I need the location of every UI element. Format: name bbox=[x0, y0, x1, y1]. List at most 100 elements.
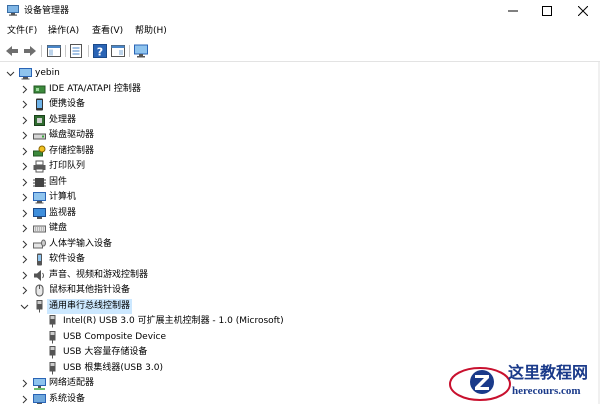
tree-item-processors[interactable]: 处理器 bbox=[0, 113, 598, 128]
printer-icon bbox=[33, 160, 46, 173]
tree-item-hid[interactable]: 人体学输入设备 bbox=[0, 237, 598, 252]
computer-icon bbox=[33, 192, 46, 204]
chevron-right-icon[interactable] bbox=[20, 395, 29, 404]
keyboard-icon bbox=[33, 225, 46, 233]
tree-item-label: IDE ATA/ATAPI 控制器 bbox=[49, 83, 141, 94]
chevron-down-icon[interactable] bbox=[6, 69, 15, 78]
chevron-right-icon[interactable] bbox=[20, 178, 29, 187]
maximize-icon bbox=[542, 6, 552, 16]
menu-file[interactable]: 文件(F) bbox=[7, 25, 37, 37]
tree-item-label: 鼠标和其他指针设备 bbox=[49, 285, 131, 295]
tree-item-label: 监视器 bbox=[49, 207, 77, 218]
tree-item-label: 通用串行总线控制器 bbox=[47, 298, 133, 314]
toolbar-separator bbox=[88, 45, 89, 57]
properties-icon[interactable] bbox=[68, 43, 84, 59]
tree-item-monitors[interactable]: 监视器 bbox=[0, 206, 598, 221]
tree-child-usb-composite[interactable]: USB Composite Device bbox=[0, 330, 598, 345]
monitor-scan-icon[interactable] bbox=[133, 43, 149, 59]
tree-item-ide[interactable]: IDE ATA/ATAPI 控制器 bbox=[0, 82, 598, 97]
show-hide-console-tree-icon[interactable] bbox=[46, 43, 62, 59]
tree-item-label: 声音、视频和游戏控制器 bbox=[49, 269, 149, 280]
chevron-right-icon[interactable] bbox=[20, 271, 29, 280]
watermark-title: 这里教程网 bbox=[508, 363, 589, 382]
tree-item-portable-devices[interactable]: 便携设备 bbox=[0, 97, 598, 112]
update-driver-icon[interactable] bbox=[110, 43, 126, 59]
help-icon[interactable]: ? bbox=[92, 43, 108, 59]
menu-help[interactable]: 帮助(H) bbox=[135, 25, 167, 37]
back-icon[interactable] bbox=[4, 43, 20, 59]
chevron-down-icon[interactable] bbox=[20, 302, 29, 311]
tree-item-keyboards[interactable]: 键盘 bbox=[0, 221, 598, 236]
tree-item-label: 计算机 bbox=[49, 192, 77, 202]
maximize-button[interactable] bbox=[530, 0, 564, 22]
title-bar[interactable]: 设备管理器 bbox=[0, 0, 600, 22]
tree-item-label: 存储控制器 bbox=[49, 145, 95, 156]
tree-item-label: 网络适配器 bbox=[49, 378, 95, 388]
chevron-right-icon[interactable] bbox=[20, 209, 29, 218]
tree-item-print-queues[interactable]: 打印队列 bbox=[0, 159, 598, 174]
chevron-right-icon[interactable] bbox=[20, 162, 29, 171]
tree-item-label: 磁盘驱动器 bbox=[49, 130, 95, 140]
toolbar-separator bbox=[65, 45, 66, 57]
close-button[interactable] bbox=[566, 0, 600, 22]
chevron-right-icon[interactable] bbox=[20, 255, 29, 264]
tree-item-storage-controllers[interactable]: 存储控制器 bbox=[0, 144, 598, 159]
tree-child-usb-host-controller[interactable]: Intel(R) USB 3.0 可扩展主机控制器 - 1.0 (Microso… bbox=[0, 314, 598, 329]
menu-action[interactable]: 操作(A) bbox=[48, 25, 79, 37]
monitor-icon bbox=[33, 207, 46, 219]
chevron-right-icon[interactable] bbox=[20, 286, 29, 295]
firmware-icon bbox=[33, 177, 46, 187]
speaker-icon bbox=[34, 269, 44, 281]
usb-icon bbox=[49, 346, 56, 359]
usb-icon bbox=[36, 299, 43, 312]
tree-item-firmware[interactable]: 固件 bbox=[0, 175, 598, 190]
forward-icon[interactable] bbox=[22, 43, 38, 59]
watermark-url: herecours.com bbox=[512, 385, 581, 397]
usb-icon bbox=[49, 315, 56, 328]
chevron-right-icon[interactable] bbox=[20, 379, 29, 388]
chevron-right-icon[interactable] bbox=[20, 116, 29, 125]
toolbar-separator bbox=[129, 45, 130, 57]
tree-item-label: 人体学输入设备 bbox=[49, 238, 113, 249]
toolbar: ? bbox=[0, 40, 600, 62]
tree-child-label: USB 根集线器(USB 3.0) bbox=[63, 362, 164, 373]
chevron-right-icon[interactable] bbox=[20, 240, 29, 249]
tree-item-label: 处理器 bbox=[49, 114, 77, 125]
tree-item-sound-video-game[interactable]: 声音、视频和游戏控制器 bbox=[0, 268, 598, 283]
tree-item-usb-controllers[interactable]: 通用串行总线控制器 bbox=[0, 298, 598, 314]
hid-icon bbox=[33, 239, 46, 248]
chevron-right-icon[interactable] bbox=[20, 193, 29, 202]
minimize-icon bbox=[508, 10, 518, 12]
menu-bar: 文件(F) 操作(A) 查看(V) 帮助(H) bbox=[0, 22, 600, 40]
window-title: 设备管理器 bbox=[24, 6, 70, 16]
chevron-right-icon[interactable] bbox=[20, 147, 29, 156]
device-tree[interactable]: yebin IDE ATA/ATAPI 控制器 便携设备 处理器 磁盘驱动器 存… bbox=[0, 64, 598, 404]
tree-root-label: yebin bbox=[35, 68, 60, 78]
menu-view[interactable]: 查看(V) bbox=[92, 25, 123, 37]
usb-icon bbox=[49, 330, 56, 343]
device-manager-app-icon bbox=[7, 5, 19, 16]
tree-item-label: 便携设备 bbox=[49, 99, 86, 109]
tree-item-mice[interactable]: 鼠标和其他指针设备 bbox=[0, 283, 598, 298]
usb-icon bbox=[49, 361, 56, 374]
toolbar-separator bbox=[41, 45, 42, 57]
chevron-right-icon[interactable] bbox=[20, 100, 29, 109]
device-manager-window: 设备管理器 文件(F) 操作(A) 查看(V) 帮助(H) ? yebin ID… bbox=[0, 0, 600, 404]
mouse-icon bbox=[35, 284, 44, 297]
svg-text:?: ? bbox=[97, 46, 103, 59]
tree-item-label: 固件 bbox=[49, 176, 68, 187]
tree-item-label: 键盘 bbox=[49, 223, 68, 233]
network-adapter-icon bbox=[33, 378, 46, 390]
tree-item-software-devices[interactable]: 软件设备 bbox=[0, 252, 598, 267]
computer-icon bbox=[19, 68, 32, 80]
tree-item-disk-drives[interactable]: 磁盘驱动器 bbox=[0, 128, 598, 143]
software-device-icon bbox=[37, 253, 42, 266]
tree-child-label: USB Composite Device bbox=[63, 331, 167, 342]
tree-root[interactable]: yebin bbox=[0, 66, 598, 81]
chevron-right-icon[interactable] bbox=[20, 224, 29, 233]
chevron-right-icon[interactable] bbox=[20, 85, 29, 94]
chevron-right-icon[interactable] bbox=[20, 131, 29, 140]
tree-item-computer[interactable]: 计算机 bbox=[0, 190, 598, 205]
minimize-button[interactable] bbox=[496, 0, 530, 22]
tree-child-label: Intel(R) USB 3.0 可扩展主机控制器 - 1.0 (Microso… bbox=[63, 316, 284, 326]
